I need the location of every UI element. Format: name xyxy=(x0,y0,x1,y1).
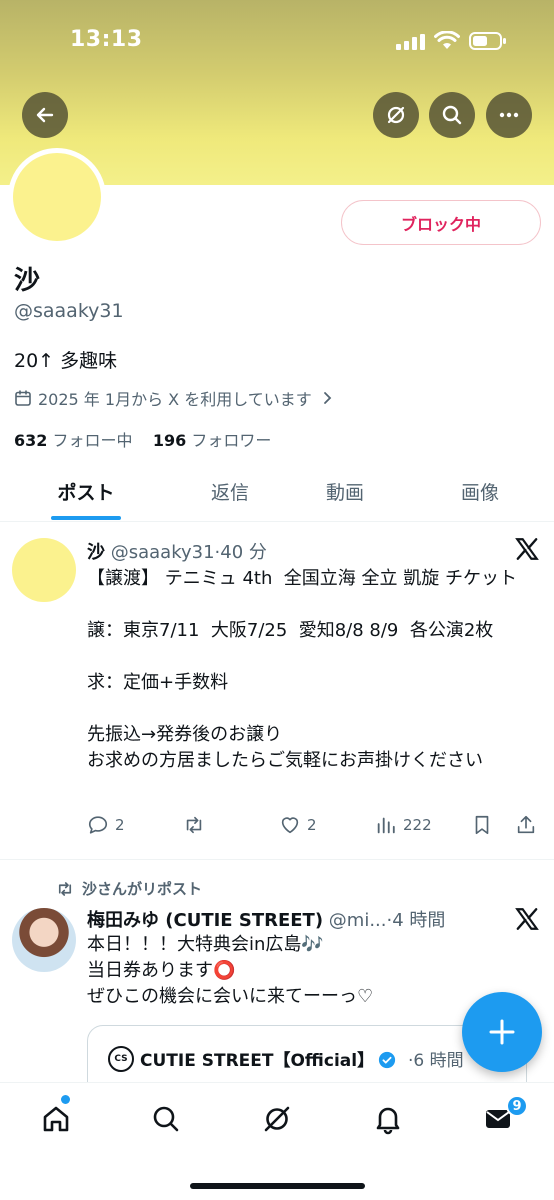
search-icon xyxy=(153,1106,179,1132)
calendar-icon xyxy=(15,390,31,406)
post-author-name[interactable]: 沙 xyxy=(87,542,105,563)
reply-icon xyxy=(88,816,108,834)
home-new-dot xyxy=(61,1095,70,1104)
status-bar: 13:13 xyxy=(0,0,554,80)
search-button[interactable] xyxy=(429,92,475,138)
followers-label: フォロワー xyxy=(191,431,272,450)
like-count: 2 xyxy=(307,816,317,834)
post-author-name[interactable]: 梅田みゆ (CUTIE STREET) xyxy=(87,910,323,931)
home-indicator xyxy=(190,1183,365,1189)
like-button[interactable]: 2 xyxy=(279,814,317,836)
post-header: 沙 @saaaky31·40 分 xyxy=(87,542,267,563)
tab-posts-label: ポスト xyxy=(57,481,115,504)
quoted-time-text: 6 時間 xyxy=(413,1051,464,1071)
share-button[interactable] xyxy=(515,814,537,836)
share-icon xyxy=(517,815,535,834)
heart-icon xyxy=(281,817,299,834)
following-label: フォロー中 xyxy=(52,431,133,450)
tab-images-label: 画像 xyxy=(460,481,499,504)
grok-icon xyxy=(387,106,405,124)
tab-active-underline xyxy=(51,516,121,520)
nav-notifications[interactable] xyxy=(368,1099,408,1139)
arrow-left-icon xyxy=(36,107,54,123)
following-count: 632 xyxy=(14,431,48,450)
post-author-handle[interactable]: @mi... xyxy=(329,910,387,931)
profile-tabs: ポスト 返信 動画 画像 xyxy=(0,462,554,522)
post-time: 40 分 xyxy=(220,542,267,563)
profile-name: 沙 xyxy=(14,266,41,296)
nav-grok[interactable] xyxy=(257,1099,297,1139)
post-avatar[interactable] xyxy=(12,538,76,602)
views-icon xyxy=(377,817,395,834)
post-text: 【譲渡】 テニミュ 4th 全国立海 全立 凱旋 チケット 譲：東京7/11 大… xyxy=(87,568,517,771)
post-header: 梅田みゆ (CUTIE STREET) @mi...·4 時間 xyxy=(87,910,446,931)
post-text: 本日！！！大特典会in広島🎶 当日券あります⭕ ぜひこの機会に会いに来てーーっ♡ xyxy=(87,934,374,1007)
quoted-author-name: CUTIE STREET【Official】 xyxy=(140,1046,396,1071)
nav-home[interactable] xyxy=(36,1099,76,1139)
tab-videos[interactable]: 動画 xyxy=(280,462,410,520)
follow-stats: 632 フォロー中 196 フォロワー xyxy=(14,427,271,451)
grok-button[interactable] xyxy=(373,92,419,138)
blocked-button[interactable]: ブロック中 xyxy=(341,200,541,245)
profile-avatar[interactable] xyxy=(8,148,106,246)
compose-button[interactable] xyxy=(462,992,542,1072)
wifi-icon xyxy=(434,31,460,49)
post-avatar[interactable] xyxy=(12,908,76,972)
repost-icon xyxy=(186,816,202,834)
search-icon xyxy=(442,105,462,125)
more-button[interactable] xyxy=(486,92,532,138)
following-link[interactable]: 632 フォロー中 xyxy=(14,431,133,450)
chevron-right-icon xyxy=(323,392,332,404)
views-button[interactable]: 222 xyxy=(375,814,432,836)
battery-icon xyxy=(469,32,506,50)
bookmark-button[interactable] xyxy=(471,814,493,836)
quoted-avatar[interactable]: CS xyxy=(108,1046,134,1072)
post[interactable]: 沙 @saaaky31·40 分 【譲渡】 テニミュ 4th 全国立海 全立 凱… xyxy=(0,522,554,860)
profile-joined[interactable]: 2025 年 1月から X を利用しています xyxy=(14,386,336,410)
tab-posts[interactable]: ポスト xyxy=(0,462,172,520)
plus-icon xyxy=(489,1019,515,1045)
post-author-handle[interactable]: @saaaky31 xyxy=(111,542,215,563)
status-time: 13:13 xyxy=(70,27,143,52)
post-actions: 2 2 222 xyxy=(87,814,547,844)
messages-badge: 9 xyxy=(506,1095,528,1117)
post-time: 4 時間 xyxy=(392,910,446,931)
x-logo-icon[interactable] xyxy=(514,906,540,932)
bookmark-icon xyxy=(475,815,489,835)
view-count: 222 xyxy=(403,816,432,834)
reposted-post[interactable]: 沙さんがリポスト 梅田みゆ (CUTIE STREET) @mi...·4 時間… xyxy=(0,860,554,1115)
nav-search[interactable] xyxy=(146,1099,186,1139)
repost-label: 沙さんがリポスト xyxy=(82,880,203,898)
tab-videos-label: 動画 xyxy=(325,481,364,504)
repost-indicator[interactable]: 沙さんがリポスト xyxy=(56,878,202,899)
repost-button[interactable] xyxy=(183,814,211,836)
reply-button[interactable]: 2 xyxy=(87,814,125,836)
home-icon xyxy=(43,1106,69,1132)
repost-icon xyxy=(58,881,72,896)
reply-count: 2 xyxy=(115,816,125,834)
tab-images[interactable]: 画像 xyxy=(410,462,550,520)
bell-icon xyxy=(376,1107,400,1135)
verified-badge-icon xyxy=(379,1051,396,1069)
more-icon xyxy=(499,112,519,118)
joined-text: 2025 年 1月から X を利用しています xyxy=(38,390,312,409)
signal-icon xyxy=(396,34,425,50)
profile-handle: @saaaky31 xyxy=(14,300,124,322)
quoted-time: ·6 時間 xyxy=(408,1051,464,1071)
x-logo-icon[interactable] xyxy=(514,536,540,562)
followers-count: 196 xyxy=(152,431,187,450)
quoted-author-name-text: CUTIE STREET【Official】 xyxy=(140,1051,375,1071)
tab-replies-label: 返信 xyxy=(210,481,249,504)
followers-link[interactable]: 196 フォロワー xyxy=(153,431,272,450)
grok-icon xyxy=(264,1106,290,1132)
profile-bio: 20↑ 多趣味 xyxy=(14,350,118,372)
back-button[interactable] xyxy=(22,92,68,138)
